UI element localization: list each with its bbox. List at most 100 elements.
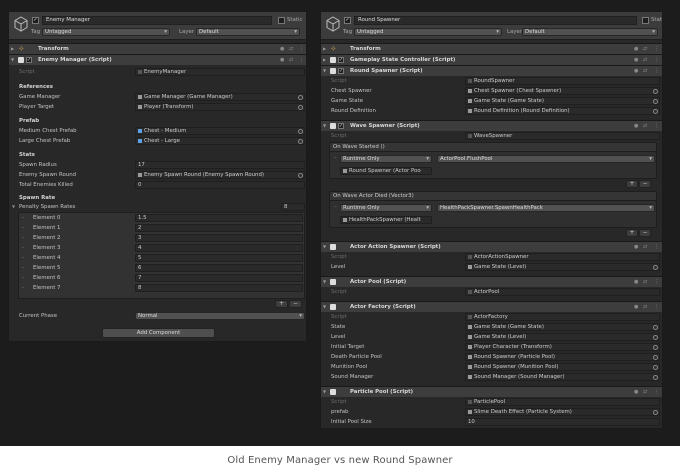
- preset-icon[interactable]: ⇄: [289, 44, 293, 54]
- transform-component-header[interactable]: ▶ ⊹ Transform ● ⇄ ⋮: [9, 43, 306, 54]
- player-target-field[interactable]: Player (Transform): [135, 103, 305, 111]
- object-picker-icon[interactable]: [653, 89, 658, 94]
- state-field[interactable]: Game State (Game State): [465, 323, 660, 331]
- help-icon[interactable]: ●: [280, 55, 284, 65]
- expand-arrow-icon[interactable]: ▶: [323, 44, 326, 54]
- element-value-field[interactable]: 2: [135, 224, 303, 232]
- element-value-field[interactable]: 8: [135, 284, 303, 292]
- round-definition-field[interactable]: Round Definition (Round Definition): [465, 107, 660, 115]
- component-enabled-checkbox[interactable]: ✓: [338, 57, 344, 63]
- sound-manager-field[interactable]: Sound Manager (Sound Manager): [465, 373, 660, 381]
- large-chest-field[interactable]: Chest - Large: [135, 137, 305, 145]
- collapse-arrow-icon[interactable]: ▼: [323, 302, 326, 312]
- more-options-icon[interactable]: ⋮: [299, 55, 304, 65]
- collapse-arrow-icon[interactable]: ▼: [12, 202, 15, 212]
- chest-spawner-field[interactable]: Chest Spawner (Chest Spawner): [465, 87, 660, 95]
- prefab-field[interactable]: Slime Death Effect (Particle System): [465, 408, 660, 416]
- object-name-field[interactable]: Round Spawner: [354, 16, 637, 25]
- array-size-field[interactable]: 8: [281, 203, 305, 211]
- more-options-icon[interactable]: ⋮: [654, 302, 659, 312]
- active-checkbox[interactable]: ✓: [344, 17, 351, 24]
- object-picker-icon[interactable]: [298, 139, 303, 144]
- preset-icon[interactable]: ⇄: [289, 55, 293, 65]
- drag-handle-icon[interactable]: ═: [334, 204, 336, 209]
- actor-action-spawner-header[interactable]: ▼ Actor Action Spawner (Script) ● ⇄ ⋮: [321, 241, 662, 252]
- collapse-arrow-icon[interactable]: ▼: [323, 387, 326, 397]
- object-picker-icon[interactable]: [653, 410, 658, 415]
- preset-icon[interactable]: ⇄: [643, 121, 647, 131]
- initial-pool-size-field[interactable]: 10: [465, 418, 660, 426]
- collapse-arrow-icon[interactable]: ▼: [323, 277, 326, 287]
- runtime-dropdown[interactable]: Runtime Only ▾: [340, 155, 432, 163]
- level-field[interactable]: Game State (Level): [465, 333, 660, 341]
- object-picker-icon[interactable]: [653, 345, 658, 350]
- more-options-icon[interactable]: ⋮: [299, 44, 304, 54]
- object-picker-icon[interactable]: [298, 173, 303, 178]
- help-icon[interactable]: ●: [280, 44, 284, 54]
- expand-arrow-icon[interactable]: ▶: [11, 44, 14, 54]
- remove-listener-button[interactable]: −: [639, 180, 651, 188]
- enemy-spawn-round-field[interactable]: Enemy Spawn Round (Enemy Spawn Round): [135, 171, 305, 179]
- preset-icon[interactable]: ⇄: [643, 387, 647, 397]
- help-icon[interactable]: ●: [634, 242, 638, 252]
- collapse-arrow-icon[interactable]: ▼: [323, 242, 326, 252]
- element-value-field[interactable]: 5: [135, 254, 303, 262]
- round-spawner-header[interactable]: ▼ ✓ Round Spawner (Script) ● ⇄ ⋮: [321, 65, 662, 76]
- munition-pool-field[interactable]: Round Spawner (Munition Pool): [465, 363, 660, 371]
- remove-element-button[interactable]: −: [289, 300, 302, 308]
- object-picker-icon[interactable]: [653, 109, 658, 114]
- help-icon[interactable]: ●: [634, 387, 638, 397]
- expand-arrow-icon[interactable]: ▶: [323, 55, 326, 65]
- component-enabled-checkbox[interactable]: ✓: [338, 68, 344, 74]
- add-listener-button[interactable]: +: [626, 180, 638, 188]
- enemy-manager-component-header[interactable]: ▼ ✓ Enemy Manager (Script) ● ⇄ ⋮: [9, 54, 306, 65]
- function-dropdown[interactable]: HealthPackSpawner.SpawnHealthPack ▾: [437, 204, 655, 212]
- object-picker-icon[interactable]: [653, 265, 658, 270]
- remove-listener-button[interactable]: −: [639, 229, 651, 237]
- game-manager-field[interactable]: Game Manager (Game Manager): [135, 93, 305, 101]
- death-particle-pool-field[interactable]: Round Spawner (Particle Pool): [465, 353, 660, 361]
- preset-icon[interactable]: ⇄: [643, 55, 647, 65]
- element-value-field[interactable]: 4: [135, 244, 303, 252]
- object-picker-icon[interactable]: [298, 95, 303, 100]
- object-picker-icon[interactable]: [653, 325, 658, 330]
- medium-chest-field[interactable]: Chest - Medium: [135, 127, 305, 135]
- target-object-field[interactable]: Round Spawner (Actor Poo: [340, 167, 432, 175]
- element-value-field[interactable]: 3: [135, 234, 303, 242]
- layer-dropdown[interactable]: Default ▾: [522, 28, 658, 36]
- element-value-field[interactable]: 1.5: [135, 214, 303, 222]
- more-options-icon[interactable]: ⋮: [654, 66, 659, 76]
- help-icon[interactable]: ●: [634, 121, 638, 131]
- static-checkbox[interactable]: [278, 17, 285, 24]
- actor-factory-header[interactable]: ▼ Actor Factory (Script) ● ⇄ ⋮: [321, 301, 662, 312]
- help-icon[interactable]: ●: [634, 66, 638, 76]
- add-listener-button[interactable]: +: [626, 229, 638, 237]
- runtime-dropdown[interactable]: Runtime Only ▾: [340, 204, 432, 212]
- gameplay-state-controller-header[interactable]: ▶ ✓ Gameplay State Controller (Script) ●…: [321, 54, 662, 65]
- object-picker-icon[interactable]: [653, 355, 658, 360]
- object-picker-icon[interactable]: [653, 335, 658, 340]
- game-state-field[interactable]: Game State (Game State): [465, 97, 660, 105]
- object-name-field[interactable]: Enemy Manager: [42, 16, 272, 25]
- drag-handle-icon[interactable]: ═: [22, 273, 24, 283]
- drag-handle-icon[interactable]: ═: [22, 263, 24, 273]
- level-field[interactable]: Game State (Level): [465, 263, 660, 271]
- static-checkbox[interactable]: [642, 17, 649, 24]
- drag-handle-icon[interactable]: ═: [22, 223, 24, 233]
- layer-dropdown[interactable]: Default ▾: [196, 28, 300, 36]
- add-component-button[interactable]: Add Component: [102, 328, 215, 338]
- tag-dropdown[interactable]: Untagged ▾: [42, 28, 170, 36]
- element-value-field[interactable]: 7: [135, 274, 303, 282]
- component-enabled-checkbox[interactable]: ✓: [26, 57, 32, 63]
- object-picker-icon[interactable]: [298, 105, 303, 110]
- tag-dropdown[interactable]: Untagged ▾: [354, 28, 502, 36]
- drag-handle-icon[interactable]: ═: [334, 155, 336, 160]
- more-options-icon[interactable]: ⋮: [654, 55, 659, 65]
- function-dropdown[interactable]: ActorPool.FlushPool ▾: [437, 155, 655, 163]
- current-phase-dropdown[interactable]: Normal ▾: [135, 312, 305, 320]
- preset-icon[interactable]: ⇄: [643, 302, 647, 312]
- component-enabled-checkbox[interactable]: ✓: [338, 123, 344, 129]
- help-icon[interactable]: ●: [634, 277, 638, 287]
- drag-handle-icon[interactable]: ═: [22, 253, 24, 263]
- add-element-button[interactable]: +: [275, 300, 288, 308]
